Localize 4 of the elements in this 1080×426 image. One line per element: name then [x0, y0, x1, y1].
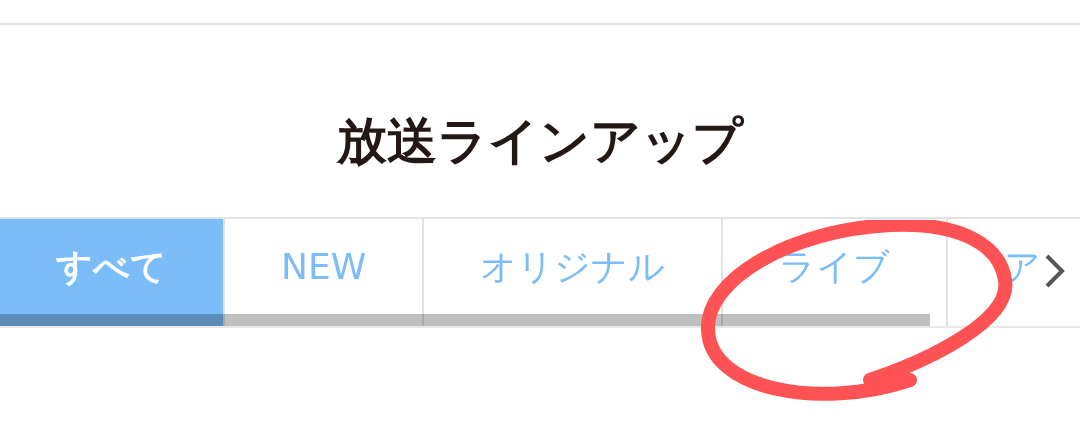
tab[interactable]: すべて — [0, 219, 225, 326]
page-title: 放送ラインアップ — [335, 111, 745, 171]
chevron-right-icon — [1044, 253, 1066, 289]
next-arrow-button[interactable] — [1044, 253, 1066, 289]
